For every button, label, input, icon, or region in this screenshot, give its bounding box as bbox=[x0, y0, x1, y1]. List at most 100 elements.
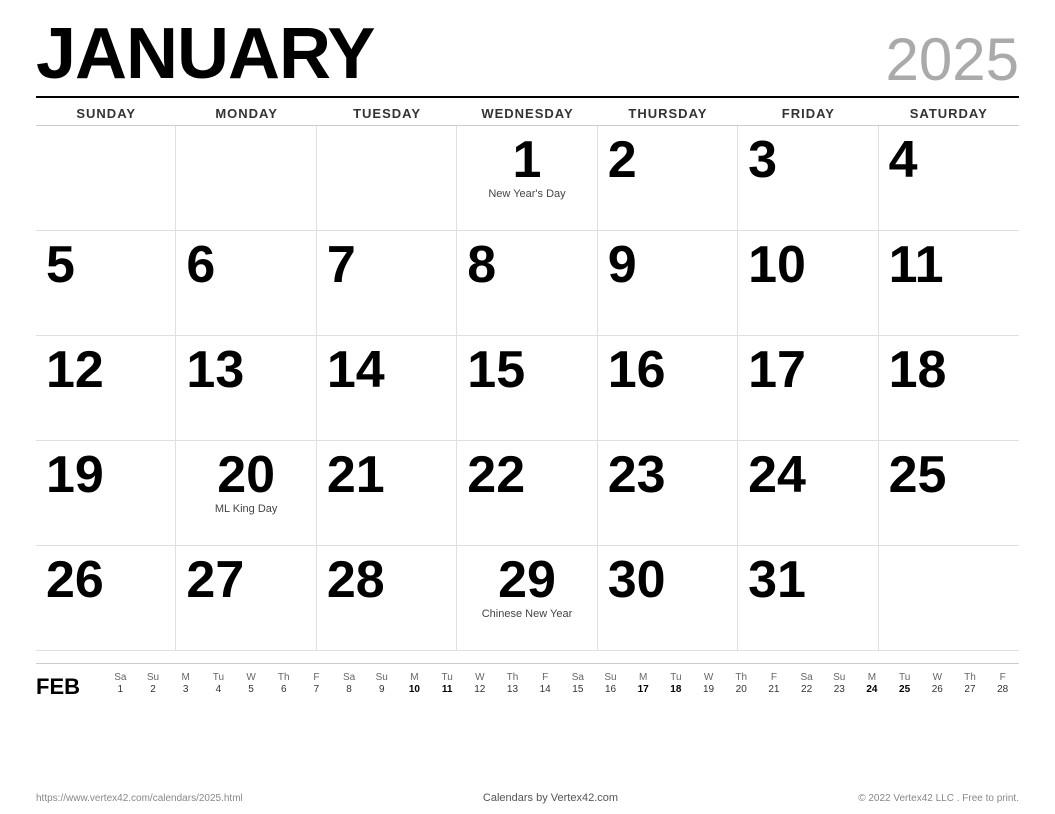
mini-day-2: 2 bbox=[137, 683, 170, 696]
cal-cell-31: 31 bbox=[738, 546, 878, 651]
mini-header-6: F bbox=[300, 672, 333, 683]
footer-center: Calendars by Vertex42.com bbox=[483, 792, 618, 804]
calendar-grid: 1New Year's Day2345678910111213141516171… bbox=[36, 125, 1019, 651]
mini-day-13: 13 bbox=[496, 683, 529, 696]
cal-cell-3: 3 bbox=[738, 126, 878, 231]
mini-header-0: Sa bbox=[104, 672, 137, 683]
days-header: SUNDAYMONDAYTUESDAYWEDNESDAYTHURSDAYFRID… bbox=[36, 98, 1019, 125]
day-number: 25 bbox=[889, 449, 1009, 501]
day-number: 23 bbox=[608, 449, 727, 501]
cal-cell-14: 14 bbox=[317, 336, 457, 441]
day-number: 2 bbox=[608, 134, 727, 186]
holiday-label: Chinese New Year bbox=[467, 608, 586, 621]
day-number: 29 bbox=[467, 554, 586, 606]
day-number: 30 bbox=[608, 554, 727, 606]
cal-cell-16: 16 bbox=[598, 336, 738, 441]
mini-day-3: 3 bbox=[169, 683, 202, 696]
mini-header-25: W bbox=[921, 672, 954, 683]
day-number: 4 bbox=[889, 134, 1009, 186]
cal-cell-13: 13 bbox=[176, 336, 316, 441]
mini-header-21: Sa bbox=[790, 672, 823, 683]
footer-left: https://www.vertex42.com/calendars/2025.… bbox=[36, 793, 243, 804]
holiday-label: ML King Day bbox=[186, 503, 305, 516]
mini-header-14: Sa bbox=[561, 672, 594, 683]
mini-day-27: 27 bbox=[954, 683, 987, 696]
cal-cell-24: 24 bbox=[738, 441, 878, 546]
mini-header-8: Su bbox=[365, 672, 398, 683]
holiday-label: New Year's Day bbox=[467, 188, 586, 201]
day-number: 19 bbox=[46, 449, 165, 501]
day-number: 20 bbox=[186, 449, 305, 501]
day-number: 1 bbox=[467, 134, 586, 186]
mini-header-1: Su bbox=[137, 672, 170, 683]
day-number: 13 bbox=[186, 344, 305, 396]
day-name-sunday: SUNDAY bbox=[36, 98, 176, 125]
day-name-thursday: THURSDAY bbox=[598, 98, 738, 125]
cal-cell-7: 7 bbox=[317, 231, 457, 336]
cal-cell-empty bbox=[879, 546, 1019, 651]
mini-month-label: FEB bbox=[36, 672, 104, 700]
cal-cell-27: 27 bbox=[176, 546, 316, 651]
day-number: 12 bbox=[46, 344, 165, 396]
mini-day-10: 10 bbox=[398, 683, 431, 696]
day-number: 5 bbox=[46, 239, 165, 291]
cal-cell-23: 23 bbox=[598, 441, 738, 546]
mini-header-16: M bbox=[627, 672, 660, 683]
mini-header-9: M bbox=[398, 672, 431, 683]
mini-day-25: 25 bbox=[888, 683, 921, 696]
day-number: 7 bbox=[327, 239, 446, 291]
cal-cell-25: 25 bbox=[879, 441, 1019, 546]
mini-header-23: M bbox=[856, 672, 889, 683]
cal-cell-20: 20 ML King Day bbox=[176, 441, 316, 546]
day-name-monday: MONDAY bbox=[176, 98, 316, 125]
day-number: 10 bbox=[748, 239, 867, 291]
cal-cell-22: 22 bbox=[457, 441, 597, 546]
mini-day-23: 23 bbox=[823, 683, 856, 696]
day-number: 31 bbox=[748, 554, 867, 606]
cal-cell-empty bbox=[36, 126, 176, 231]
cal-cell-29: 29 Chinese New Year bbox=[457, 546, 597, 651]
mini-day-21: 21 bbox=[758, 683, 791, 696]
mini-header-18: W bbox=[692, 672, 725, 683]
day-number: 22 bbox=[467, 449, 586, 501]
cal-cell-17: 17 bbox=[738, 336, 878, 441]
mini-day-18: 18 bbox=[660, 683, 693, 696]
mini-day-22: 22 bbox=[790, 683, 823, 696]
mini-header-19: Th bbox=[725, 672, 758, 683]
day-number: 6 bbox=[186, 239, 305, 291]
mini-day-12: 12 bbox=[463, 683, 496, 696]
cal-cell-19: 19 bbox=[36, 441, 176, 546]
mini-header-17: Tu bbox=[660, 672, 693, 683]
mini-header-26: Th bbox=[954, 672, 987, 683]
mini-header-20: F bbox=[758, 672, 791, 683]
cal-cell-2: 2 bbox=[598, 126, 738, 231]
cal-cell-30: 30 bbox=[598, 546, 738, 651]
day-number: 14 bbox=[327, 344, 446, 396]
day-number: 17 bbox=[748, 344, 867, 396]
day-number: 9 bbox=[608, 239, 727, 291]
cal-cell-1: 1 New Year's Day bbox=[457, 126, 597, 231]
mini-day-7: 7 bbox=[300, 683, 333, 696]
day-name-saturday: SATURDAY bbox=[879, 98, 1019, 125]
header-row: JANUARY 2025 bbox=[36, 18, 1019, 98]
cal-cell-empty bbox=[317, 126, 457, 231]
cal-cell-21: 21 bbox=[317, 441, 457, 546]
day-number: 18 bbox=[889, 344, 1009, 396]
day-number: 8 bbox=[467, 239, 586, 291]
mini-day-9: 9 bbox=[365, 683, 398, 696]
mini-day-1: 1 bbox=[104, 683, 137, 696]
cal-cell-8: 8 bbox=[457, 231, 597, 336]
cal-cell-12: 12 bbox=[36, 336, 176, 441]
day-number: 15 bbox=[467, 344, 586, 396]
day-number: 16 bbox=[608, 344, 727, 396]
mini-day-24: 24 bbox=[856, 683, 889, 696]
mini-day-8: 8 bbox=[333, 683, 366, 696]
cal-cell-empty bbox=[176, 126, 316, 231]
mini-header-7: Sa bbox=[333, 672, 366, 683]
cal-cell-15: 15 bbox=[457, 336, 597, 441]
cal-cell-26: 26 bbox=[36, 546, 176, 651]
day-number: 24 bbox=[748, 449, 867, 501]
mini-calendar-section: FEB SaSuMTuWThFSaSuMTuWThFSaSuMTuWThFSaS… bbox=[36, 663, 1019, 700]
mini-day-20: 20 bbox=[725, 683, 758, 696]
cal-cell-4: 4 bbox=[879, 126, 1019, 231]
